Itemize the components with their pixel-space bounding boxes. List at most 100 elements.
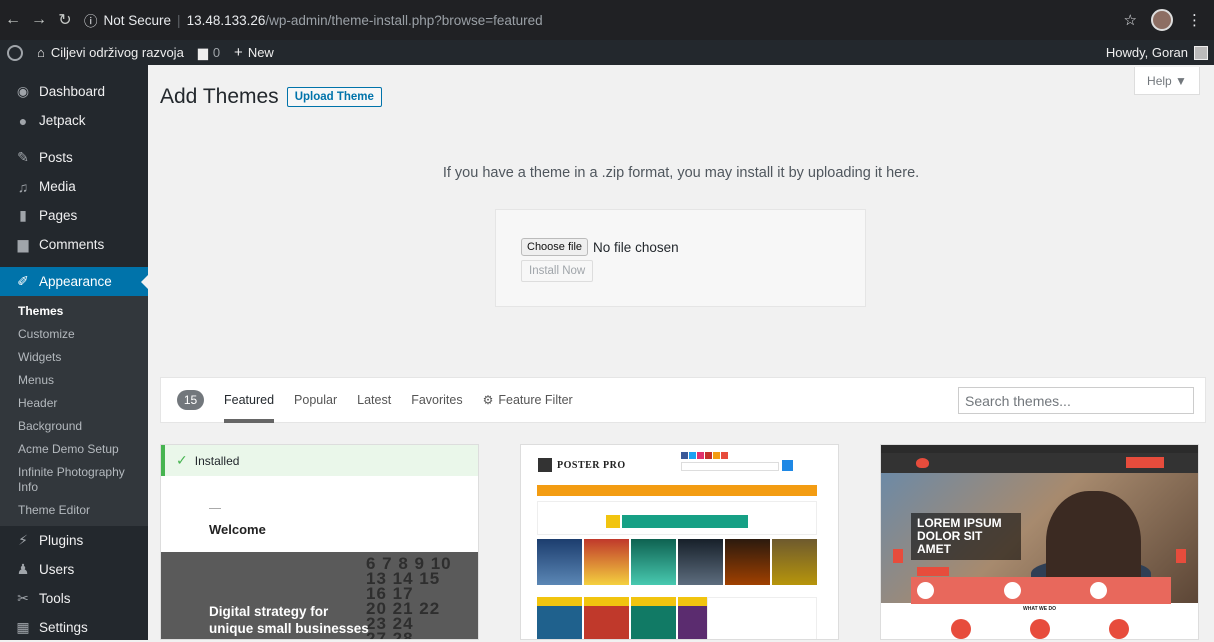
poster-ad-area [537, 501, 817, 535]
page-title: Add Themes [160, 85, 279, 108]
theme-filter-bar: 15 Featured Popular Latest Favorites ⚙ Fe… [160, 377, 1206, 423]
paintbrush-icon: ✐ [17, 273, 29, 289]
service-icon [1029, 619, 1050, 639]
menu-dashboard[interactable]: ◉ Dashboard [0, 77, 148, 106]
menu-label: Pages [39, 208, 78, 223]
theme-card-charity[interactable]: LOREM IPSUM DOLOR SIT AMET WHAT WE DO [880, 444, 1199, 640]
bookmark-star-icon[interactable]: ☆ [1124, 11, 1137, 29]
help-tab[interactable]: Help ▼ [1134, 67, 1200, 95]
appearance-submenu: Themes Customize Widgets Menus Header Ba… [0, 296, 148, 526]
jetpack-icon: ● [18, 112, 28, 129]
plus-icon: + [234, 44, 243, 61]
back-icon[interactable]: ← [0, 11, 26, 29]
slider-prev-icon [893, 549, 903, 563]
info-icon[interactable]: ⓘ [84, 10, 98, 30]
feature-filter-label: Feature Filter [498, 393, 573, 407]
tab-latest[interactable]: Latest [357, 377, 391, 423]
submenu-customize[interactable]: Customize [0, 323, 148, 346]
page-header: Add Themes Upload Theme [160, 85, 382, 109]
cart-icon [606, 515, 620, 528]
wordpress-logo-icon[interactable] [0, 40, 30, 65]
menu-label: Jetpack [39, 113, 86, 128]
menu-label: Appearance [39, 274, 112, 289]
user-avatar [1194, 45, 1208, 60]
menu-media[interactable]: ♫ Media [0, 172, 148, 201]
admin-sidebar: ◉ Dashboard ● Jetpack ✎ Posts ♫ Media ▮ Pages… [0, 65, 148, 640]
reload-icon[interactable]: ↻ [52, 10, 78, 30]
menu-comments[interactable]: ▆ Comments [0, 230, 148, 259]
choose-file-button[interactable]: Choose file [521, 238, 589, 256]
comment-icon: ▆ [17, 236, 29, 252]
menu-jetpack[interactable]: ● Jetpack [0, 106, 148, 135]
submenu-infinite-photography-info[interactable]: Infinite Photography Info [0, 461, 148, 499]
feature-icon [1090, 582, 1108, 599]
upload-form: Choose file No file chosen Install Now [495, 209, 866, 307]
poster-title: POSTER PRO [557, 459, 626, 471]
ad-banner [622, 515, 748, 528]
service-icon [950, 619, 971, 639]
tab-popular[interactable]: Popular [294, 377, 337, 423]
poster-sidebar-widget [707, 597, 817, 639]
menu-kebab-icon[interactable]: ⋮ [1187, 11, 1202, 29]
upload-theme-button[interactable]: Upload Theme [286, 87, 382, 107]
address-bar[interactable]: ⓘ Not Secure | 13.48.133.26/wp-admin/the… [84, 5, 1124, 35]
menu-appearance[interactable]: ✐ Appearance [0, 267, 148, 296]
charity-hero-heading: LOREM IPSUM DOLOR SIT AMET [911, 513, 1021, 560]
feature-icon [1003, 582, 1021, 599]
tab-featured[interactable]: Featured [224, 377, 275, 423]
pages-icon: ▮ [19, 207, 27, 223]
submenu-header[interactable]: Header [0, 392, 148, 415]
site-name-link[interactable]: ⌂ Ciljevi održivog razvoja [30, 40, 191, 65]
theme-screenshot-top [161, 476, 478, 552]
menu-label: Media [39, 179, 76, 194]
menu-label: Users [39, 562, 75, 577]
tab-favorites[interactable]: Favorites [411, 377, 462, 423]
home-icon: ⌂ [37, 45, 45, 60]
submenu-menus[interactable]: Menus [0, 369, 148, 392]
submenu-themes[interactable]: Themes [0, 300, 148, 323]
security-label: Not Secure [103, 12, 172, 28]
file-input[interactable]: Choose file No file chosen [521, 238, 679, 256]
pin-icon: ✎ [17, 149, 29, 165]
charity-heart-logo-icon [916, 458, 929, 468]
profile-avatar[interactable] [1151, 9, 1173, 31]
submenu-acme-demo-setup[interactable]: Acme Demo Setup [0, 438, 148, 461]
menu-plugins[interactable]: ⚡ Plugins [0, 526, 148, 555]
charity-donate-button [1126, 457, 1164, 468]
menu-tools[interactable]: ✂ Tools [0, 584, 148, 613]
separator: | [177, 12, 181, 28]
poster-search-icon [782, 460, 793, 471]
menu-label: Dashboard [39, 84, 106, 99]
feature-filter-button[interactable]: ⚙ Feature Filter [483, 377, 573, 423]
users-icon: ♟ [16, 561, 30, 577]
new-label: New [247, 45, 274, 60]
poster-nav-bar [537, 485, 817, 496]
charity-section-title: WHAT WE DO [1023, 606, 1056, 612]
poster-search-box [681, 462, 779, 471]
comments-link[interactable]: ▆ 0 [191, 40, 227, 65]
checkmark-icon: ✓ [176, 452, 188, 468]
submenu-theme-editor[interactable]: Theme Editor [0, 499, 148, 522]
install-now-button[interactable]: Install Now [521, 260, 594, 282]
comments-count: 0 [212, 45, 221, 60]
poster-logo-icon [538, 458, 552, 472]
menu-label: Tools [39, 591, 71, 606]
my-account[interactable]: Howdy, Goran [1106, 45, 1214, 60]
menu-settings[interactable]: ▦ Settings [0, 613, 148, 642]
admin-bar: ⌂ Ciljevi održivog razvoja ▆ 0 + New How… [0, 40, 1214, 65]
submenu-widgets[interactable]: Widgets [0, 346, 148, 369]
menu-posts[interactable]: ✎ Posts [0, 143, 148, 172]
menu-pages[interactable]: ▮ Pages [0, 201, 148, 230]
theme-card-poster-pro[interactable]: POSTER PRO [520, 444, 839, 640]
search-themes-input[interactable]: Search themes... [958, 387, 1194, 414]
menu-label: Comments [39, 237, 105, 252]
menu-label: Plugins [39, 533, 84, 548]
menu-users[interactable]: ♟ Users [0, 555, 148, 584]
submenu-background[interactable]: Background [0, 415, 148, 438]
upload-instructions: If you have a theme in a .zip format, yo… [442, 165, 920, 181]
theme-count-badge: 15 [177, 390, 204, 410]
theme-card-installed[interactable]: ✓ Installed Welcome 6 7 8 9 10 13 14 15 1… [160, 444, 479, 640]
new-content-link[interactable]: + New [227, 40, 281, 65]
forward-icon[interactable]: → [26, 11, 52, 29]
social-icons [681, 452, 728, 459]
